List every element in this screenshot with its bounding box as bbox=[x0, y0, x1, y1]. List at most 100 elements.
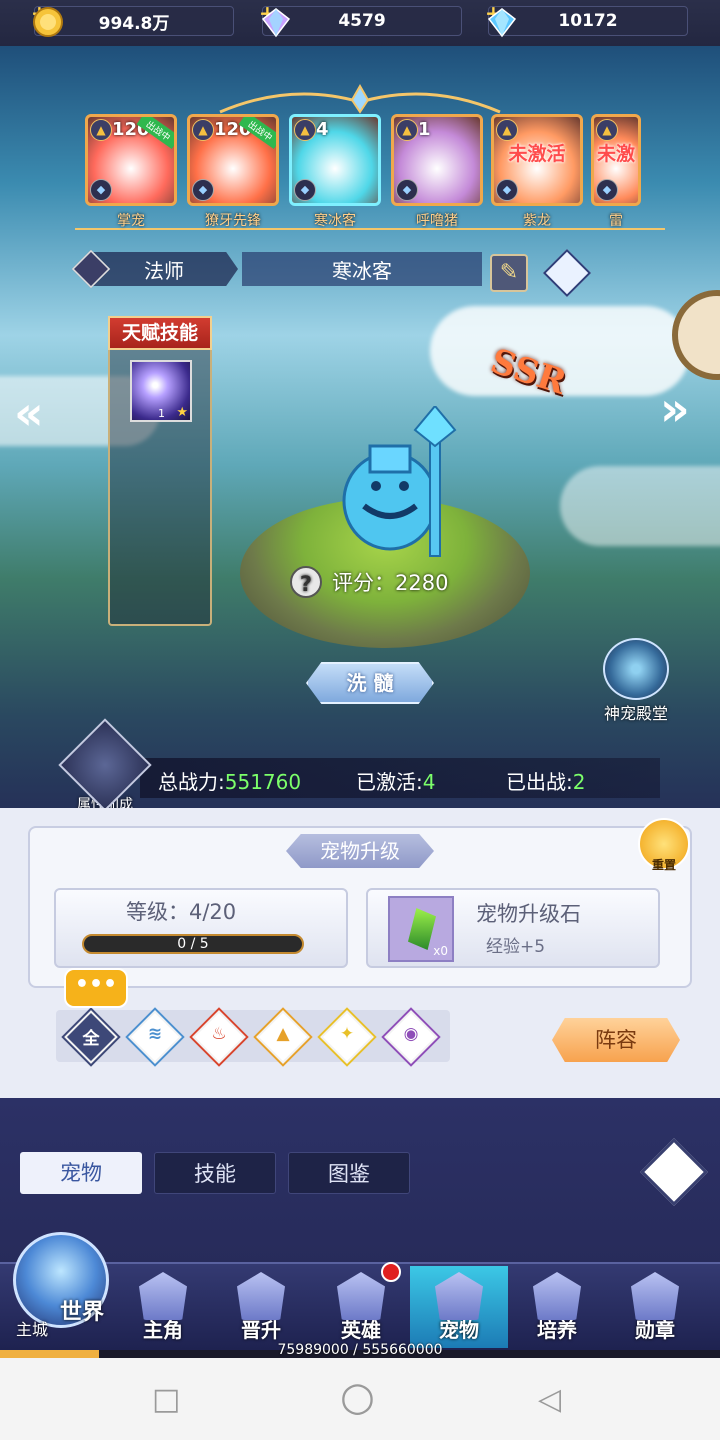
stone-exp: 经验+5 bbox=[486, 937, 546, 957]
blue-diamond-value: 10172 bbox=[558, 11, 618, 31]
previous-pet-arrow-icon[interactable]: « bbox=[14, 386, 44, 440]
stone-name: 宠物升级石 bbox=[476, 902, 581, 926]
element-badge-icon: ▲ bbox=[294, 119, 316, 141]
world-button[interactable]: 世界 主城 bbox=[8, 1232, 114, 1348]
pet-card[interactable]: ▲ ◆ 4 bbox=[289, 114, 381, 206]
hero-class-label: 法师 bbox=[90, 252, 238, 286]
world-label: 世界 bbox=[60, 1300, 105, 1325]
pet-card-name: 掌宠 bbox=[117, 213, 145, 229]
filter-glyph: ▲ bbox=[276, 1024, 290, 1044]
inactive-label: 未激 bbox=[596, 143, 635, 165]
refine-button[interactable]: 洗 髓 bbox=[306, 662, 434, 704]
pet-hall-label: 神宠殿堂 bbox=[603, 704, 668, 723]
reset-button[interactable]: 重置 bbox=[636, 818, 692, 873]
notification-dot-icon bbox=[381, 1262, 401, 1282]
pet-card-name: 雷 bbox=[609, 213, 623, 229]
helmet-nav-icon bbox=[337, 1272, 385, 1320]
pet-card-name: 寒冰客 bbox=[314, 213, 356, 229]
home-icon[interactable]: ○ bbox=[340, 1374, 375, 1420]
role-badge-icon: ◆ bbox=[396, 179, 418, 201]
filter-glyph: 全 bbox=[82, 1029, 100, 1049]
pet-card[interactable]: ▲ ◆ 120 出战中 bbox=[187, 114, 279, 206]
player-exp-text: 75989000 / 555660000 bbox=[277, 1342, 443, 1358]
total-power-label: 总战力: bbox=[158, 770, 225, 794]
rename-quill-icon[interactable]: ✎ bbox=[490, 254, 528, 292]
element-badge-icon: ▲ bbox=[192, 119, 214, 141]
view-toggle-icon[interactable] bbox=[640, 1138, 708, 1206]
train-nav-icon bbox=[533, 1272, 581, 1320]
pet-card[interactable]: ▲ ◆ 1 bbox=[391, 114, 483, 206]
hero-nav-icon bbox=[139, 1272, 187, 1320]
pet-card-level: 4 bbox=[316, 119, 329, 140]
activated-count: 已激活:4 bbox=[356, 766, 435, 795]
pet-card-name: 呼噜猪 bbox=[416, 213, 458, 229]
element-badge-icon: ▲ bbox=[496, 119, 518, 141]
diamond-icon bbox=[261, 8, 291, 38]
nav-item[interactable]: 勋章 bbox=[606, 1266, 704, 1348]
nav-item[interactable]: 晋升 bbox=[212, 1266, 310, 1348]
gold-counter[interactable]: + 994.8万 bbox=[31, 1, 234, 37]
filter-glyph: ♨ bbox=[211, 1024, 227, 1044]
cloud bbox=[560, 466, 720, 546]
pet-scene: ▲ ◆ 120 出战中 掌宠 ▲ ◆ 120 出战中 獠牙先锋 ▲ ◆ 4 寒冰客 ▲ ◆ 1 呼噜猪 ▲ ◆ 未激活紫… bbox=[0, 46, 720, 808]
upgrade-title: 宠物升级 bbox=[286, 834, 434, 868]
filter-glyph: ≋ bbox=[147, 1024, 163, 1044]
tab-pets[interactable]: 宠物 bbox=[20, 1152, 142, 1194]
deployed-count: 已出战:2 bbox=[506, 766, 585, 795]
promote-nav-icon bbox=[237, 1272, 285, 1320]
level-card: 等级：4/20 0 / 5 bbox=[54, 888, 348, 968]
pet-card[interactable]: ▲ ◆ 未激活 bbox=[491, 114, 583, 206]
role-badge-icon: ◆ bbox=[596, 179, 618, 201]
element-badge-icon: ▲ bbox=[90, 119, 112, 141]
role-badge-icon: ◆ bbox=[192, 179, 214, 201]
inactive-label: 未激活 bbox=[508, 143, 566, 165]
activated-label: 已激活: bbox=[356, 770, 423, 794]
nav-item[interactable]: 培养 bbox=[508, 1266, 606, 1348]
green-gem-icon bbox=[408, 908, 436, 950]
hero-name-label: 寒冰客 bbox=[242, 252, 482, 286]
diamond-value: 4579 bbox=[338, 11, 386, 31]
blue-diamond-counter[interactable]: + 10172 bbox=[485, 1, 688, 38]
pet-card[interactable]: ▲ ◆ 120 出战中 bbox=[85, 114, 177, 206]
deployed-value: 2 bbox=[572, 770, 586, 794]
resource-bar: + 994.8万 + 4579 + 10172 bbox=[0, 0, 720, 46]
pet-card-list: ▲ ◆ 120 出战中 掌宠 ▲ ◆ 120 出战中 獠牙先锋 ▲ ◆ 4 寒冰客 ▲ ◆ 1 呼噜猪 ▲ ◆ 未激活紫… bbox=[75, 106, 665, 230]
upgrade-stone-icon[interactable]: x0 bbox=[388, 896, 454, 962]
star-icon: ★ bbox=[176, 405, 188, 420]
lineup-button[interactable]: 阵容 bbox=[552, 1018, 680, 1062]
pet-hall-button[interactable]: 神宠殿堂 bbox=[594, 638, 678, 724]
pet-hall-icon bbox=[603, 638, 669, 700]
role-badge-icon: ◆ bbox=[294, 179, 316, 201]
ice-golem-pet-icon[interactable] bbox=[330, 406, 470, 566]
talent-panel: 天赋技能 1 ★ bbox=[108, 316, 212, 626]
gold-coin-icon bbox=[33, 7, 63, 37]
xp-text: 0 / 5 bbox=[177, 936, 209, 952]
stats-bar: 总战力:551760 已激活:4 已出战:2 bbox=[140, 758, 660, 798]
help-icon[interactable]: ? bbox=[290, 566, 322, 598]
pet-nav-icon bbox=[435, 1272, 483, 1320]
chat-bubble-icon[interactable]: ••• bbox=[64, 968, 128, 1008]
attribute-bonus-button[interactable]: 属性加成 bbox=[58, 718, 152, 808]
blue-diamond-icon bbox=[487, 8, 517, 38]
xp-progress-bar: 0 / 5 bbox=[82, 934, 304, 954]
nav-item[interactable]: 主角 bbox=[114, 1266, 212, 1348]
back-icon[interactable]: ◁ bbox=[538, 1382, 561, 1417]
medal-nav-icon bbox=[631, 1272, 679, 1320]
tab-codex[interactable]: 图鉴 bbox=[288, 1152, 410, 1194]
gold-value: 994.8万 bbox=[98, 13, 170, 34]
total-power-value: 551760 bbox=[224, 770, 302, 794]
role-badge-icon: ◆ bbox=[496, 179, 518, 201]
upgrade-stone-card[interactable]: x0 宠物升级石 经验+5 bbox=[366, 888, 660, 968]
upgrade-panel: 宠物升级 重置 等级：4/20 0 / 5 x0 宠物升级石 经验+5 全 ≋ ♨ ▲… bbox=[0, 808, 720, 1098]
next-pet-arrow-icon[interactable]: » bbox=[660, 382, 690, 436]
tab-skills[interactable]: 技能 bbox=[154, 1152, 276, 1194]
diamond-counter[interactable]: + 4579 bbox=[259, 1, 462, 38]
class-name-bar: 法师 寒冰客 bbox=[71, 249, 484, 289]
nav-item[interactable]: 宠物 bbox=[410, 1266, 508, 1348]
element-filter-bar: 全 ≋ ♨ ▲ ✦ ◉ bbox=[56, 1010, 450, 1064]
recent-apps-icon[interactable]: □ bbox=[152, 1382, 180, 1417]
skill-level: 1 bbox=[158, 407, 165, 420]
talent-skill-icon[interactable]: 1 ★ bbox=[130, 360, 192, 422]
talent-title: 天赋技能 bbox=[108, 316, 212, 350]
pet-card[interactable]: ▲ ◆ 未激 bbox=[591, 114, 641, 206]
